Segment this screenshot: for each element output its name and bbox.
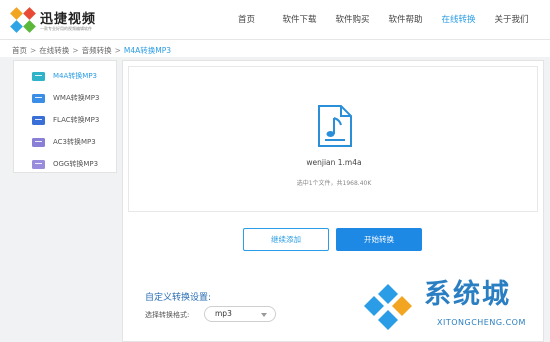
sidebar-item-label: WMA转换MP3 [53, 94, 100, 102]
continue-add-button[interactable]: 继续添加 [243, 228, 329, 251]
breadcrumb-home[interactable]: 首页 [12, 46, 27, 55]
converter-sidebar: M4A转换MP3 WMA转换MP3 FLAC转换MP3 AC3转换MP3 OGG… [13, 60, 117, 173]
app-logo-icon[interactable] [10, 7, 36, 33]
sidebar-item-ogg-to-mp3[interactable]: OGG转换MP3 [14, 153, 118, 175]
nav-online-convert[interactable]: 在线转换 [432, 0, 485, 40]
file-name: wenjian 1.m4a [306, 158, 362, 167]
wma-file-icon [32, 93, 45, 103]
top-header: 迅捷视频 一款专业好用的视频编辑软件 首页 软件下载 软件购买 软件帮助 在线转… [0, 0, 550, 40]
format-label: 选择转换格式: [145, 311, 190, 319]
nav-download[interactable]: 软件下载 [273, 0, 326, 40]
watermark-subtext: XITONGCHENG.COM [437, 318, 526, 327]
app-title: 迅捷视频 [40, 12, 97, 27]
watermark-text: 系统城 [424, 279, 511, 310]
sidebar-item-flac-to-mp3[interactable]: FLAC转换MP3 [14, 109, 118, 131]
sidebar-item-label: M4A转换MP3 [53, 72, 97, 80]
sidebar-item-m4a-to-mp3[interactable]: M4A转换MP3 [14, 65, 118, 87]
start-convert-button[interactable]: 开始转换 [336, 228, 422, 251]
breadcrumb-separator: > [30, 46, 37, 55]
nav-purchase[interactable]: 软件购买 [326, 0, 379, 40]
flac-file-icon [32, 115, 45, 125]
sidebar-item-wma-to-mp3[interactable]: WMA转换MP3 [14, 87, 118, 109]
main-nav: 首页 软件下载 软件购买 软件帮助 在线转换 关于我们 [220, 0, 538, 40]
ac3-file-icon [32, 137, 45, 147]
nav-help[interactable]: 软件帮助 [379, 0, 432, 40]
breadcrumb-current: M4A转换MP3 [123, 46, 172, 55]
ogg-file-icon [32, 159, 45, 169]
file-drop-area[interactable]: wenjian 1.m4a 选中1个文件，共1968.40K [128, 66, 538, 212]
app-subtitle: 一款专业好用的视频编辑软件 [40, 26, 92, 31]
breadcrumb-online-convert[interactable]: 在线转换 [39, 46, 69, 55]
nav-about[interactable]: 关于我们 [485, 0, 538, 40]
breadcrumb-separator: > [114, 46, 121, 55]
breadcrumb: 首页 > 在线转换 > 音频转换 > M4A转换MP3 [12, 45, 171, 56]
m4a-file-icon [32, 71, 45, 81]
nav-home[interactable]: 首页 [220, 0, 273, 40]
breadcrumb-audio-convert[interactable]: 音频转换 [82, 46, 112, 55]
music-file-icon [318, 105, 352, 147]
format-select-value: mp3 [215, 309, 232, 318]
sidebar-item-ac3-to-mp3[interactable]: AC3转换MP3 [14, 131, 118, 153]
file-selection-info: 选中1个文件，共1968.40K [296, 180, 372, 187]
format-select[interactable]: mp3 [204, 306, 276, 322]
breadcrumb-separator: > [72, 46, 79, 55]
watermark-logo-icon [364, 284, 412, 330]
sidebar-item-label: OGG转换MP3 [53, 160, 99, 168]
sidebar-item-label: AC3转换MP3 [53, 138, 96, 146]
chevron-down-icon [261, 313, 267, 317]
custom-settings-title: 自定义转换设置: [145, 293, 212, 303]
sidebar-item-label: FLAC转换MP3 [53, 116, 100, 124]
